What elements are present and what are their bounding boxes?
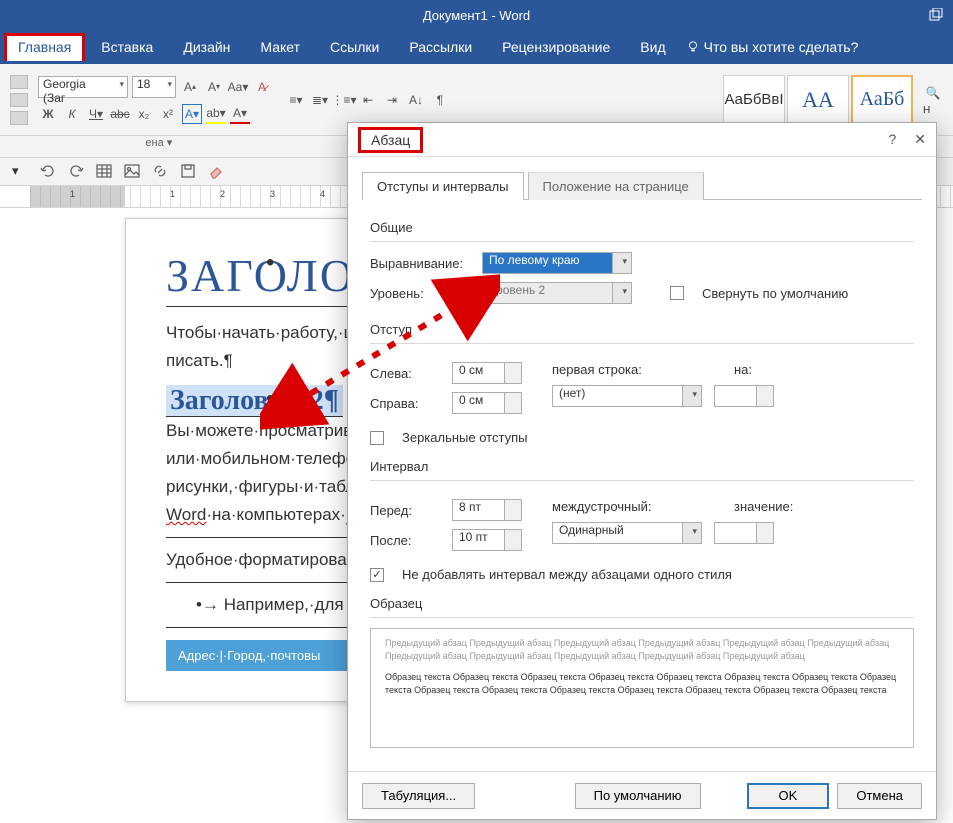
highlight-button[interactable]: ab▾ [206, 104, 226, 124]
underline-button[interactable]: Ч▾ [86, 104, 106, 124]
tab-layout[interactable]: Макет [246, 33, 314, 61]
bullets-icon[interactable]: ≡▾ [286, 90, 306, 110]
ribbon-tabs: Главная Вставка Дизайн Макет Ссылки Расс… [0, 30, 953, 64]
restore-icon[interactable] [929, 8, 943, 22]
alignment-label: Выравнивание: [370, 256, 470, 271]
italic-button[interactable]: К [62, 104, 82, 124]
help-icon[interactable]: ? [888, 131, 896, 148]
tabs-button[interactable]: Табуляция... [362, 783, 475, 809]
clipboard-label: ена ▾ [0, 136, 318, 157]
before-label: Перед: [370, 503, 440, 518]
bold-button[interactable]: Ж [38, 104, 58, 124]
window-titlebar: Документ1 - Word [0, 0, 953, 30]
indent-right-spinner[interactable]: 0 см▲▼ [452, 392, 522, 414]
tab-insert[interactable]: Вставка [87, 33, 167, 61]
level-select: Уровень 2 [482, 282, 632, 304]
cancel-button[interactable]: Отмена [837, 783, 922, 809]
editing-group: 🔍 Н [923, 83, 943, 116]
alignment-select[interactable]: По левому краю [482, 252, 632, 274]
mirror-label: Зеркальные отступы [402, 430, 527, 445]
after-label: После: [370, 533, 440, 548]
save-icon[interactable] [180, 163, 198, 181]
style-normal[interactable]: АаБбВвІ [723, 75, 785, 125]
preview-box: Предыдущий абзац Предыдущий абзац Предыд… [370, 628, 914, 748]
chevron-down-icon[interactable]: ▾ [12, 163, 30, 181]
dialog-tab-indents[interactable]: Отступы и интервалы [362, 172, 524, 200]
mirror-checkbox[interactable] [370, 431, 384, 445]
styles-gallery[interactable]: АаБбВвІ АА АаБб [723, 75, 913, 125]
grow-font-icon[interactable]: A▴ [180, 77, 200, 97]
clear-format-icon[interactable]: A̷ [252, 77, 272, 97]
sort-icon[interactable]: A↓ [406, 90, 426, 110]
default-button[interactable]: По умолчанию [575, 783, 701, 809]
dialog-tab-position[interactable]: Положение на странице [528, 172, 704, 200]
link-icon[interactable] [152, 163, 170, 181]
noskip-label: Не добавлять интервал между абзацами одн… [402, 567, 732, 582]
picture-icon[interactable] [124, 163, 142, 181]
increase-indent-icon[interactable]: ⇥ [382, 90, 402, 110]
subscript-button[interactable]: x₂ [134, 104, 154, 124]
section-spacing-label: Интервал [370, 459, 914, 474]
section-general-label: Общие [370, 220, 914, 235]
collapse-label: Свернуть по умолчанию [702, 286, 848, 301]
numbering-icon[interactable]: ≣▾ [310, 90, 330, 110]
indent-right-label: Справа: [370, 396, 440, 411]
noskip-checkbox[interactable]: ✓ [370, 568, 384, 582]
cut-icon[interactable] [10, 93, 28, 107]
font-color-button[interactable]: A▾ [230, 104, 250, 124]
paragraph-dialog: Абзац ? ✕ Отступы и интервалы Положение … [347, 122, 937, 820]
pilcrow-icon[interactable]: ¶ [430, 90, 450, 110]
close-icon[interactable]: ✕ [914, 131, 926, 148]
first-line-by-spinner[interactable]: ▲▼ [714, 385, 774, 407]
by-label: на: [734, 362, 752, 377]
collapse-checkbox[interactable] [670, 286, 684, 300]
level-label: Уровень: [370, 286, 470, 301]
after-spinner[interactable]: 10 пт▲▼ [452, 529, 522, 551]
undo-icon[interactable] [40, 163, 58, 181]
font-size-select[interactable]: 18 [132, 76, 176, 98]
copy-icon[interactable] [10, 111, 28, 125]
lightbulb-icon [686, 40, 700, 54]
line-spacing-select[interactable]: Одинарный [552, 522, 702, 544]
tab-design[interactable]: Дизайн [169, 33, 244, 61]
font-name-select[interactable]: Georgia (Заг [38, 76, 128, 98]
paragraph-group: ≡▾ ≣▾ ⋮≡▾ ⇤ ⇥ A↓ ¶ [286, 90, 450, 110]
line-spacing-value-spinner[interactable]: ▲▼ [714, 522, 774, 544]
dialog-title: Абзац [358, 127, 423, 153]
heading2[interactable]: Заголовок°2¶ [166, 385, 343, 417]
change-case-icon[interactable]: Aa▾ [228, 77, 248, 97]
window-title: Документ1 - Word [423, 8, 530, 23]
line-spacing-label: междустрочный: [552, 499, 672, 514]
table-icon[interactable] [96, 163, 114, 181]
superscript-button[interactable]: x² [158, 104, 178, 124]
style-heading1[interactable]: АА [787, 75, 849, 125]
decrease-indent-icon[interactable]: ⇤ [358, 90, 378, 110]
section-indent-label: Отступ [370, 322, 914, 337]
tab-review[interactable]: Рецензирование [488, 33, 624, 61]
first-line-label: первая строка: [552, 362, 662, 377]
style-heading2[interactable]: АаБб [851, 75, 913, 125]
clipboard-group [10, 75, 32, 125]
paste-icon[interactable] [10, 75, 28, 89]
tell-me[interactable]: Что вы хотите сделать? [686, 39, 859, 55]
tab-references[interactable]: Ссылки [316, 33, 393, 61]
section-preview-label: Образец [370, 596, 914, 611]
text-effects-button[interactable]: A▾ [182, 104, 202, 124]
shrink-font-icon[interactable]: A▾ [204, 77, 224, 97]
erase-icon[interactable] [208, 163, 226, 181]
ok-button[interactable]: OK [747, 783, 830, 809]
find-icon[interactable]: 🔍 [923, 83, 943, 103]
tab-mailings[interactable]: Рассылки [395, 33, 486, 61]
multilevel-icon[interactable]: ⋮≡▾ [334, 90, 354, 110]
indent-left-label: Слева: [370, 366, 440, 381]
tab-view[interactable]: Вид [626, 33, 679, 61]
before-spinner[interactable]: 8 пт▲▼ [452, 499, 522, 521]
indent-left-spinner[interactable]: 0 см▲▼ [452, 362, 522, 384]
redo-icon[interactable] [68, 163, 86, 181]
strike-button[interactable]: abc [110, 104, 130, 124]
tab-home[interactable]: Главная [4, 33, 85, 61]
value-label: значение: [734, 499, 793, 514]
first-line-select[interactable]: (нет) [552, 385, 702, 407]
